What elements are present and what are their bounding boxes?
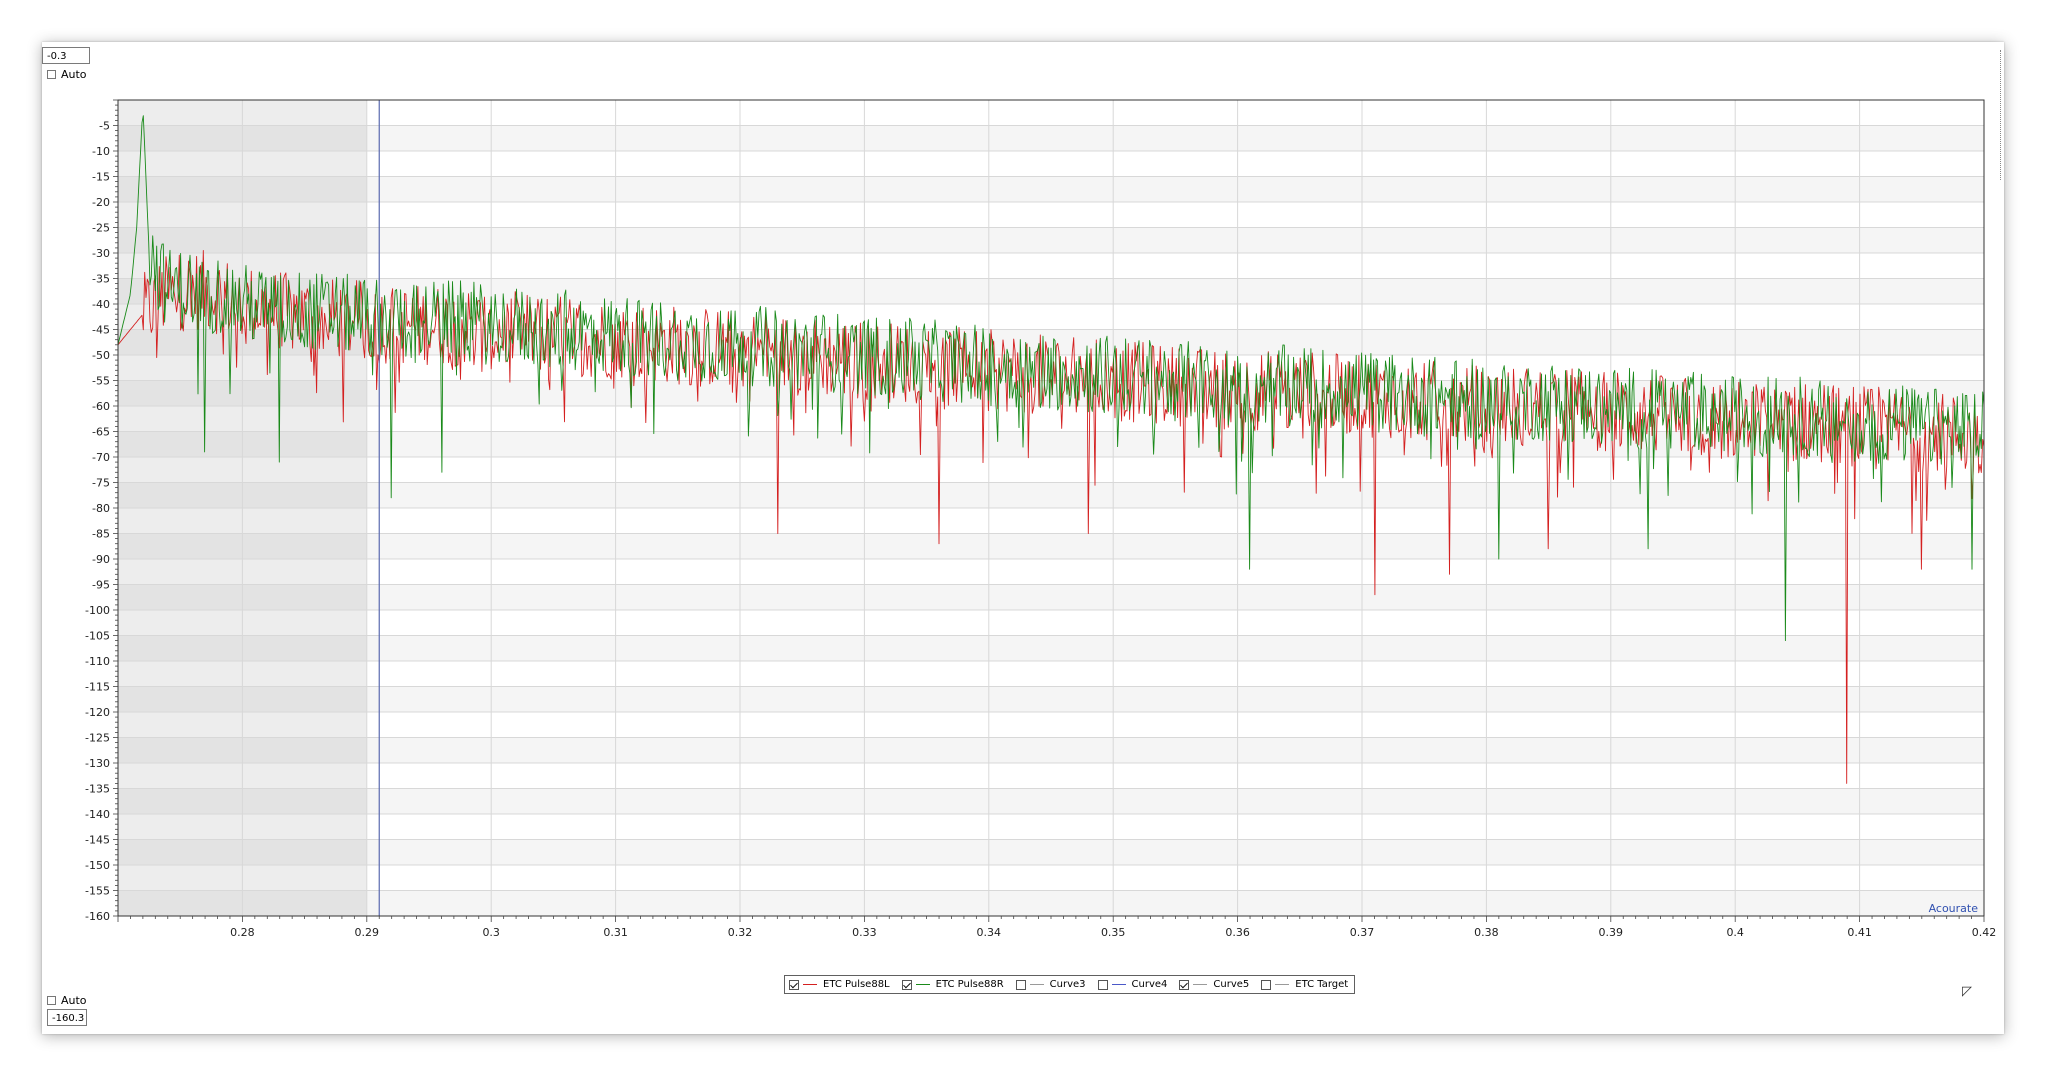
y-tick-label: -30 (92, 247, 110, 260)
y-tick-label: -145 (85, 834, 110, 847)
x-tick-label: 0.28 (230, 926, 255, 939)
legend-checkbox[interactable] (1261, 979, 1272, 990)
y-tick-label: -140 (85, 808, 110, 821)
x-tick-label: 0.35 (1101, 926, 1126, 939)
y-min-auto-label: Auto (61, 994, 87, 1007)
x-tick-label: 0.29 (355, 926, 380, 939)
y-tick-label: -160 (85, 910, 110, 923)
plot-band (118, 482, 1984, 508)
x-tick-label: 0.39 (1599, 926, 1624, 939)
y-tick-label: -95 (92, 579, 110, 592)
y-tick-label: -115 (85, 681, 110, 694)
y-tick-label: -125 (85, 732, 110, 745)
y-tick-label: -120 (85, 706, 110, 719)
legend: ETC Pulse88L ETC Pulse88R Curve3 Curve4 Curv… (784, 975, 1356, 994)
legend-label: ETC Pulse88L (823, 979, 890, 990)
chart-window: -0.3 Auto -5 -10 -15 -20 -25 -30 -35 -40 -45 -50-… (42, 42, 2004, 1034)
y-tick-label: -150 (85, 859, 110, 872)
y-min-input[interactable]: -160.3 (47, 1009, 87, 1026)
legend-swatch (1029, 984, 1044, 985)
y-tick-label: -35 (92, 273, 110, 286)
legend-checkbox[interactable] (901, 979, 912, 990)
y-tick-label: -55 (92, 375, 110, 388)
legend-label: Curve3 (1049, 979, 1086, 990)
x-tick-label: 0.36 (1225, 926, 1250, 939)
plot-band (118, 686, 1984, 712)
x-tick-label: 0.42 (1972, 926, 1997, 939)
y-tick-label: -110 (85, 655, 110, 668)
plot-band (118, 125, 1984, 151)
scrollbar-edge[interactable] (2000, 50, 2004, 180)
legend-swatch (803, 984, 817, 985)
y-tick-label: -75 (92, 477, 110, 490)
y-tick-label: -45 (92, 324, 110, 337)
plot-band (118, 176, 1984, 202)
plot-band (118, 890, 1984, 916)
x-tick-label: 0.34 (977, 926, 1002, 939)
legend-label: Curve4 (1131, 979, 1168, 990)
plot-band (118, 737, 1984, 763)
legend-item[interactable]: Curve4 (1097, 979, 1168, 990)
legend-swatch (1275, 984, 1290, 985)
y-tick-label: -40 (92, 298, 110, 311)
y-tick-label: -85 (92, 528, 110, 541)
legend-checkbox[interactable] (1097, 979, 1108, 990)
plot-band (118, 839, 1984, 865)
plot-band (118, 533, 1984, 559)
y-tick-label: -20 (92, 196, 110, 209)
legend-checkbox[interactable] (1015, 979, 1026, 990)
legend-checkbox[interactable] (1179, 979, 1190, 990)
plot-band (118, 584, 1984, 610)
x-tick-label: 0.38 (1474, 926, 1499, 939)
x-tick-label: 0.41 (1847, 926, 1872, 939)
legend-checkbox[interactable] (789, 979, 799, 990)
y-tick-label: -80 (92, 502, 110, 515)
x-tick-label: 0.4 (1726, 926, 1744, 939)
etc-plot[interactable]: -5 -10 -15 -20 -25 -30 -35 -40 -45 -50 -55 -60 -65 -7… (42, 42, 2004, 1034)
y-tick-label: -130 (85, 757, 110, 770)
legend-swatch (915, 984, 930, 985)
x-tick-label: 0.31 (603, 926, 628, 939)
plot-band (118, 431, 1984, 457)
legend-swatch (1111, 984, 1126, 985)
y-tick-label: -25 (92, 222, 110, 235)
y-tick-label: -135 (85, 783, 110, 796)
accuracy-label: Acourate (1929, 902, 1979, 915)
cursor-arrow-icon: ◸ (1962, 984, 1972, 999)
y-tick-label: -15 (92, 171, 110, 184)
legend-item[interactable]: Curve3 (1015, 979, 1086, 990)
legend-swatch (1193, 984, 1208, 985)
y-tick-label: -50 (92, 349, 110, 362)
y-tick-label: -60 (92, 400, 110, 413)
y-tick-label: -100 (85, 604, 110, 617)
plot-band (118, 227, 1984, 253)
plot-band (118, 278, 1984, 304)
x-tick-label: 0.32 (728, 926, 753, 939)
y-tick-label: -70 (92, 451, 110, 464)
legend-label: ETC Target (1295, 979, 1349, 990)
y-tick-label: -90 (92, 553, 110, 566)
x-tick-label: 0.37 (1350, 926, 1375, 939)
legend-item[interactable]: Curve5 (1179, 979, 1249, 990)
legend-label: Curve5 (1213, 979, 1250, 990)
legend-item[interactable]: ETC Target (1261, 979, 1348, 990)
plot-band (118, 635, 1984, 661)
legend-item[interactable]: ETC Pulse88L (789, 979, 890, 990)
y-tick-label: -65 (92, 426, 110, 439)
y-min-auto-box[interactable] (47, 996, 56, 1005)
legend-item[interactable]: ETC Pulse88R (901, 979, 1004, 990)
y-tick-label: -155 (85, 885, 110, 898)
plot-band (118, 788, 1984, 814)
y-tick-label: -10 (92, 145, 110, 158)
y-min-auto-checkbox[interactable]: Auto (47, 994, 87, 1007)
x-tick-label: 0.3 (482, 926, 500, 939)
y-tick-label: -5 (99, 120, 110, 133)
y-tick-label: -105 (85, 630, 110, 643)
legend-label: ETC Pulse88R (935, 979, 1004, 990)
x-tick-label: 0.33 (852, 926, 877, 939)
